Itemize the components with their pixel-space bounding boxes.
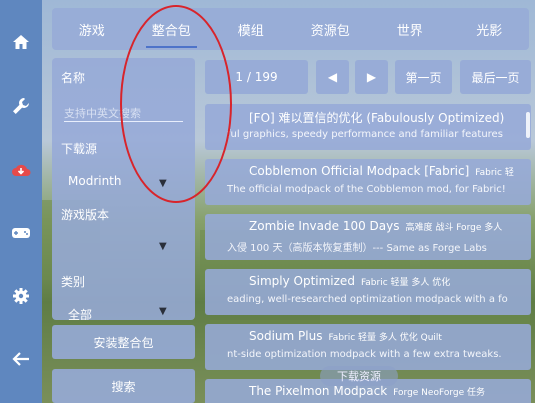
modpack-item[interactable]: Zombie Invade 100 Days 高难度 战斗 Forge 多人 入侵… (205, 214, 531, 260)
modpack-tags: Forge NeoForge 任务 (393, 388, 485, 398)
last-page-button[interactable]: 最后一页 (460, 60, 531, 94)
modpack-title: Sodium Plus (249, 329, 323, 343)
tab-mods[interactable]: 模组 (211, 8, 291, 50)
gamepad-icon[interactable] (0, 213, 42, 253)
modpack-title: [FO] 难以置信的优化 (Fabulously Optimized) (249, 111, 505, 125)
list-scrollbar[interactable] (526, 112, 530, 138)
modpack-title: The Pixelmon Modpack (249, 384, 388, 398)
name-label: 名称 (61, 71, 86, 85)
back-arrow-icon[interactable] (0, 339, 42, 379)
category-value: 全部 (68, 308, 93, 320)
source-value: Modrinth (68, 174, 122, 188)
modpack-item[interactable]: [FO] 难以置信的优化 (Fabulously Optimized) ful … (205, 104, 531, 150)
tab-resourcepacks[interactable]: 资源包 (291, 8, 371, 50)
modpack-title: Simply Optimized (249, 274, 355, 288)
gear-icon[interactable] (0, 276, 42, 316)
install-modpack-button[interactable]: 安装整合包 (52, 325, 195, 359)
chevron-down-icon: ▼ (159, 241, 167, 252)
search-button[interactable]: 搜索 (52, 369, 195, 403)
category-select[interactable]: 全部 ▼ (52, 298, 195, 320)
side-rail (0, 0, 42, 403)
first-page-button[interactable]: 第一页 (395, 60, 452, 94)
modpack-tags: Fabric 轻量 多人 优化 Quilt (328, 333, 442, 343)
version-select[interactable]: ▼ (52, 228, 195, 262)
wrench-icon[interactable] (0, 86, 42, 126)
modpack-item[interactable]: Simply Optimized Fabric 轻量 多人 优化 eading, … (205, 269, 531, 315)
tab-worlds[interactable]: 世界 (370, 8, 450, 50)
modpack-item[interactable]: Sodium Plus Fabric 轻量 多人 优化 Quilt nt-side… (205, 324, 531, 370)
modpack-item[interactable]: Cobblemon Official Modpack [Fabric] Fabri… (205, 159, 531, 205)
tab-shaders[interactable]: 光影 (450, 8, 530, 50)
category-tabs: 游戏 整合包 模组 资源包 世界 光影 (52, 8, 529, 50)
home-icon[interactable] (0, 22, 42, 62)
modpack-description: 入侵 100 天（高版本恢复重制）--- Same as Forge Labs (227, 243, 487, 254)
modpack-description: The official modpack of the Cobblemon mo… (227, 184, 506, 195)
modpack-description: nt-side optimization modpack with a few … (227, 349, 502, 360)
prev-page-button[interactable]: ◀ (316, 60, 349, 94)
next-page-button[interactable]: ▶ (355, 60, 388, 94)
chevron-down-icon: ▼ (159, 306, 167, 317)
download-cloud-icon[interactable] (0, 150, 42, 190)
modpack-title: Cobblemon Official Modpack [Fabric] (249, 164, 470, 178)
download-resources-pill[interactable]: 下载资源 (320, 366, 398, 386)
modpack-tags: Fabric 轻 (475, 168, 514, 178)
tab-game[interactable]: 游戏 (52, 8, 132, 50)
annotation-ellipse (120, 5, 232, 203)
modpack-tags: 高难度 战斗 Forge 多人 (405, 223, 503, 233)
modpack-description: ful graphics, speedy performance and fam… (227, 129, 503, 140)
version-label: 游戏版本 (61, 208, 110, 222)
modpack-title: Zombie Invade 100 Days (249, 219, 400, 233)
category-label: 类别 (61, 275, 86, 289)
source-label: 下载源 (61, 142, 98, 156)
modpack-description: eading, well-researched optimization mod… (227, 294, 508, 305)
modpack-tags: Fabric 轻量 多人 优化 (360, 278, 451, 288)
